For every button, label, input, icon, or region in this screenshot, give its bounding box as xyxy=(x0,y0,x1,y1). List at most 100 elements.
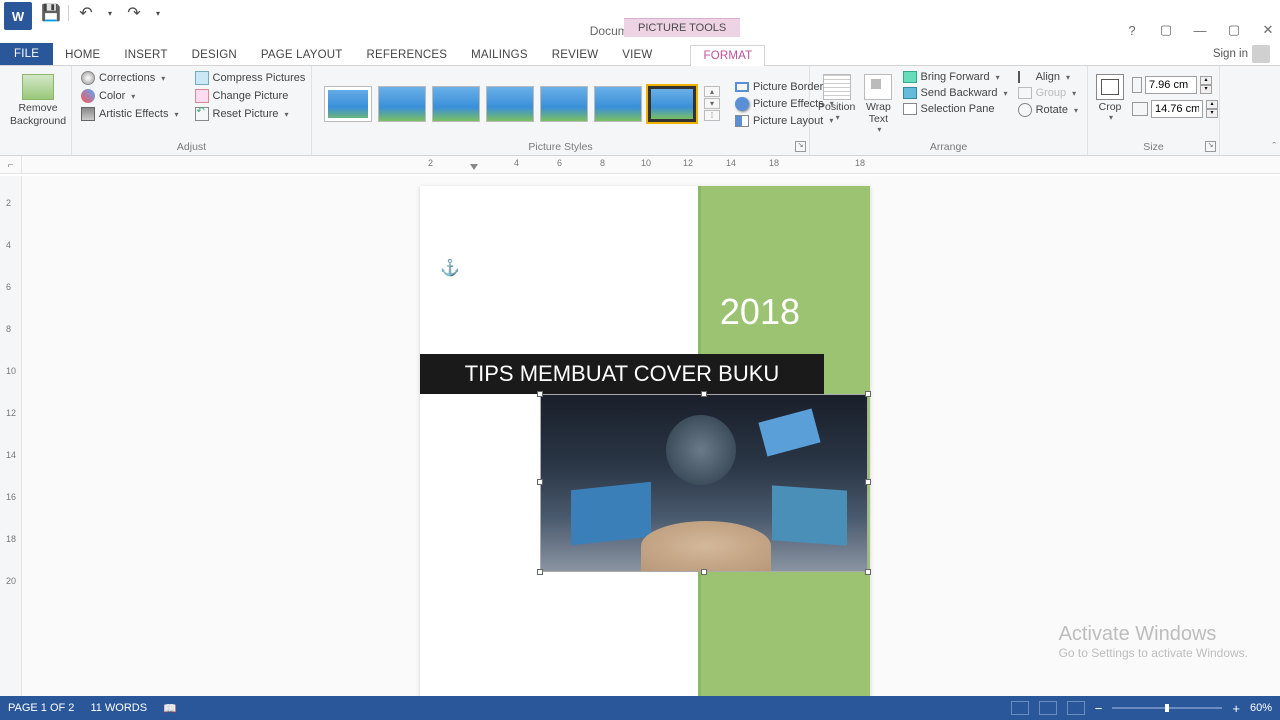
selection-handle[interactable] xyxy=(537,569,543,575)
document-canvas[interactable]: 2018 ⚓ TIPS MEMBUAT COVER BUKU xyxy=(22,176,1280,696)
save-icon[interactable]: 💾 xyxy=(42,4,60,22)
width-icon xyxy=(1132,102,1148,116)
gallery-down-icon[interactable]: ▾ xyxy=(704,98,720,109)
selection-handle[interactable] xyxy=(537,479,543,485)
undo-dropdown-icon[interactable]: ▾ xyxy=(101,4,119,22)
size-dialog-launcher[interactable]: ↘ xyxy=(1205,141,1216,152)
tab-review[interactable]: REVIEW xyxy=(540,45,611,65)
close-icon[interactable]: ✕ xyxy=(1260,22,1276,38)
tab-format[interactable]: FORMAT xyxy=(690,45,765,66)
undo-icon[interactable]: ↶ xyxy=(77,4,95,22)
vertical-ruler[interactable]: 2 4 6 8 10 12 14 16 18 20 xyxy=(0,176,22,696)
width-up-icon[interactable]: ▴ xyxy=(1206,100,1218,109)
cover-image[interactable] xyxy=(540,394,868,572)
ruler-tick: 12 xyxy=(683,158,693,168)
group-button: Group▾ xyxy=(1015,86,1081,100)
width-input[interactable] xyxy=(1151,100,1203,118)
selection-handle[interactable] xyxy=(865,479,871,485)
collapse-ribbon-icon[interactable]: ˆ xyxy=(1272,141,1276,153)
height-down-icon[interactable]: ▾ xyxy=(1200,85,1212,94)
restore-icon[interactable]: ▢ xyxy=(1226,22,1242,38)
zoom-thumb[interactable] xyxy=(1165,704,1169,712)
ribbon-tabs: FILE HOME INSERT DESIGN PAGE LAYOUT REFE… xyxy=(0,42,1280,66)
ruler-tick: 10 xyxy=(641,158,651,168)
sign-in[interactable]: Sign in xyxy=(1213,45,1270,63)
group-size: Crop ▾ ▴▾ ▴▾ Size ↘ xyxy=(1088,66,1220,155)
rotate-button[interactable]: Rotate▾ xyxy=(1015,102,1081,118)
proofing-icon[interactable]: 📖 xyxy=(163,702,177,715)
remove-background-button[interactable]: Remove Background xyxy=(6,70,70,131)
style-preset-4[interactable] xyxy=(486,86,534,122)
ribbon-display-icon[interactable]: ▢ xyxy=(1158,22,1174,38)
group-label-arrange: Arrange xyxy=(810,141,1087,153)
indent-marker-icon[interactable] xyxy=(470,164,478,170)
group-picture-styles: ▴ ▾ ⁞ Picture Border▾ Picture Effects▾ P… xyxy=(312,66,810,155)
color-button[interactable]: Color▾ xyxy=(78,88,182,104)
tab-file[interactable]: FILE xyxy=(0,43,53,65)
selection-handle[interactable] xyxy=(537,391,543,397)
bring-forward-button[interactable]: Bring Forward▾ xyxy=(900,70,1011,84)
align-button[interactable]: Align▾ xyxy=(1015,70,1081,84)
style-preset-5[interactable] xyxy=(540,86,588,122)
status-words[interactable]: 11 WORDS xyxy=(90,702,147,714)
selection-handle[interactable] xyxy=(701,569,707,575)
style-preset-3[interactable] xyxy=(432,86,480,122)
chevron-down-icon: ▾ xyxy=(161,74,165,83)
compress-icon xyxy=(195,71,209,85)
style-preset-7[interactable] xyxy=(648,86,696,122)
reset-picture-button[interactable]: Reset Picture▾ xyxy=(192,106,309,122)
tab-mailings[interactable]: MAILINGS xyxy=(459,45,540,65)
cover-year: 2018 xyxy=(720,291,800,333)
gallery-up-icon[interactable]: ▴ xyxy=(704,86,720,97)
tab-insert[interactable]: INSERT xyxy=(112,45,179,65)
redo-icon[interactable]: ↷ xyxy=(125,4,143,22)
ruler-corner[interactable]: ⌐ xyxy=(0,156,22,174)
width-down-icon[interactable]: ▾ xyxy=(1206,109,1218,118)
style-preset-1[interactable] xyxy=(324,86,372,122)
wrap-text-button[interactable]: Wrap Text ▾ xyxy=(861,70,895,138)
artistic-effects-button[interactable]: Artistic Effects▾ xyxy=(78,106,182,122)
ruler-tick: 14 xyxy=(726,158,736,168)
qat-customize-icon[interactable]: ▾ xyxy=(149,4,167,22)
selection-handle[interactable] xyxy=(865,569,871,575)
style-preset-6[interactable] xyxy=(594,86,642,122)
status-page[interactable]: PAGE 1 OF 2 xyxy=(8,702,74,714)
height-up-icon[interactable]: ▴ xyxy=(1200,76,1212,85)
style-preset-2[interactable] xyxy=(378,86,426,122)
print-layout-icon[interactable] xyxy=(1039,701,1057,715)
tab-design[interactable]: DESIGN xyxy=(180,45,249,65)
selection-pane-icon xyxy=(903,103,917,115)
selection-handle[interactable] xyxy=(701,391,707,397)
horizontal-ruler[interactable]: 2 4 6 8 10 12 14 18 18 xyxy=(22,156,1280,173)
minimize-icon[interactable]: — xyxy=(1192,22,1208,38)
change-picture-button[interactable]: Change Picture xyxy=(192,88,309,104)
zoom-level[interactable]: 60% xyxy=(1250,702,1272,714)
styles-dialog-launcher[interactable]: ↘ xyxy=(795,141,806,152)
send-backward-button[interactable]: Send Backward▾ xyxy=(900,86,1011,100)
send-backward-icon xyxy=(903,87,917,99)
quick-access-toolbar: 💾 ↶ ▾ ↷ ▾ xyxy=(36,0,173,26)
corrections-button[interactable]: Corrections▾ xyxy=(78,70,182,86)
tab-view[interactable]: VIEW xyxy=(610,45,664,65)
bring-forward-icon xyxy=(903,71,917,83)
position-button[interactable]: Position ▾ xyxy=(816,70,857,126)
tab-page-layout[interactable]: PAGE LAYOUT xyxy=(249,45,355,65)
layout-icon xyxy=(735,115,749,127)
selection-handle[interactable] xyxy=(865,391,871,397)
selection-pane-button[interactable]: Selection Pane xyxy=(900,102,1011,116)
compress-pictures-button[interactable]: Compress Pictures xyxy=(192,70,309,86)
zoom-in-icon[interactable]: + xyxy=(1232,701,1240,716)
web-layout-icon[interactable] xyxy=(1067,701,1085,715)
read-mode-icon[interactable] xyxy=(1011,701,1029,715)
tab-references[interactable]: REFERENCES xyxy=(355,45,460,65)
tab-home[interactable]: HOME xyxy=(53,45,112,65)
help-icon[interactable]: ? xyxy=(1124,22,1140,38)
crop-button[interactable]: Crop ▾ xyxy=(1094,70,1126,126)
remove-background-icon xyxy=(22,74,54,100)
zoom-slider[interactable] xyxy=(1112,707,1222,709)
zoom-out-icon[interactable]: − xyxy=(1095,701,1103,716)
gallery-more-icon[interactable]: ⁞ xyxy=(704,110,720,121)
border-icon xyxy=(735,82,749,92)
height-input[interactable] xyxy=(1145,76,1197,94)
cover-title-bar[interactable]: TIPS MEMBUAT COVER BUKU xyxy=(420,354,824,394)
